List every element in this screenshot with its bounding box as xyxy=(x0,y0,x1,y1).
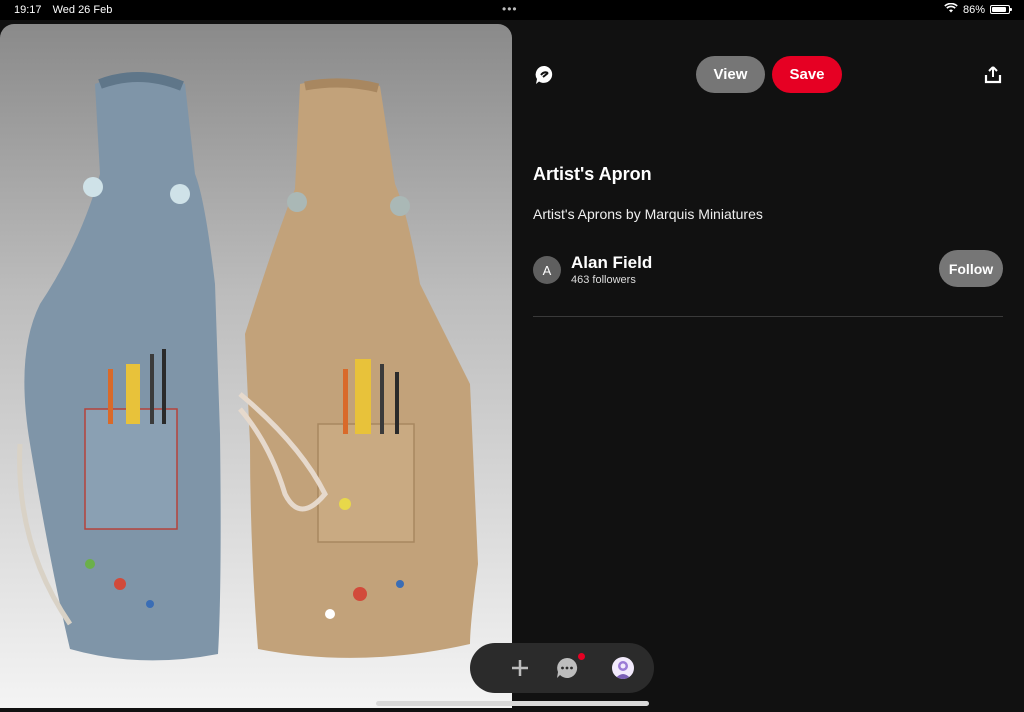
creator-name[interactable]: Alan Field xyxy=(571,253,652,273)
pin-title: Artist's Apron xyxy=(533,164,652,184)
creator-avatar[interactable]: A xyxy=(533,256,561,284)
status-date: Wed 26 Feb xyxy=(52,4,113,16)
battery-icon xyxy=(990,5,1012,14)
creator-followers: 463 followers xyxy=(571,274,636,286)
status-bar: 19:17 Wed 26 Feb ••• 86% xyxy=(0,0,1024,20)
divider xyxy=(533,316,1003,317)
create-icon[interactable] xyxy=(508,656,532,680)
profile-avatar[interactable] xyxy=(612,657,634,679)
apron-illustration xyxy=(17,72,478,661)
pin-image[interactable] xyxy=(0,24,512,708)
view-button[interactable]: View xyxy=(696,56,765,93)
comment-icon[interactable] xyxy=(533,63,557,87)
status-time: 19:17 xyxy=(14,4,42,16)
pin-description: Artist's Aprons by Marquis Miniatures xyxy=(533,206,763,222)
home-indicator[interactable] xyxy=(376,701,649,706)
battery-percent: 86% xyxy=(962,3,985,16)
notification-dot xyxy=(578,653,585,660)
save-button[interactable]: Save xyxy=(772,56,842,93)
follow-button[interactable]: Follow xyxy=(939,250,1003,287)
wifi-icon xyxy=(944,2,958,16)
multitasking-dots-icon[interactable]: ••• xyxy=(502,2,518,16)
share-icon[interactable] xyxy=(981,63,1005,87)
messages-icon[interactable] xyxy=(555,656,579,680)
